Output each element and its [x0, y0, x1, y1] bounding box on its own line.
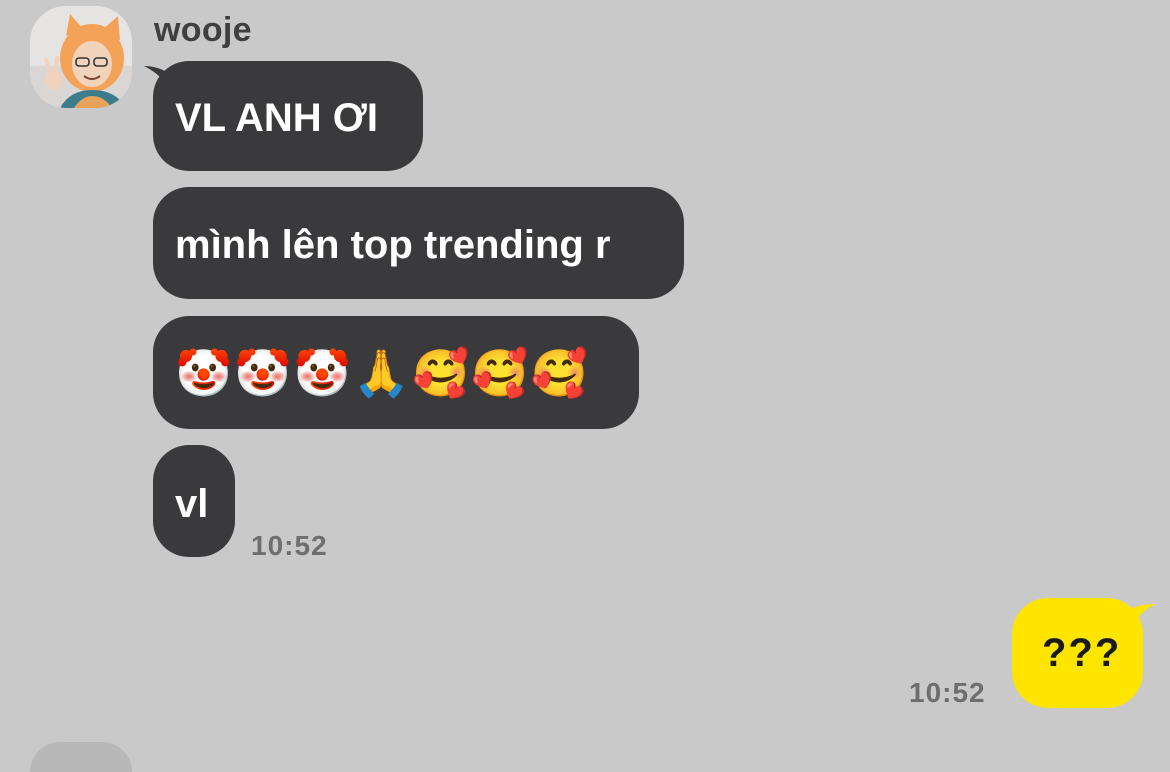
sender-avatar[interactable] [30, 6, 132, 108]
next-sender-avatar[interactable] [30, 742, 132, 772]
outgoing-message-bubble[interactable]: ??? [1012, 598, 1143, 708]
outgoing-timestamp: 10:52 [909, 677, 986, 708]
message-emoji-text: 🤡🤡🤡🙏🥰🥰🥰 [175, 347, 590, 399]
sender-name: wooje [154, 11, 252, 49]
message-text: vl [175, 482, 209, 526]
message-text: VL ANH ƠI [175, 96, 379, 140]
message-text: ??? [1042, 631, 1122, 675]
incoming-message-bubble[interactable]: vl [153, 445, 235, 557]
incoming-timestamp: 10:52 [251, 530, 328, 561]
incoming-message-bubble[interactable]: mình lên top trending r [153, 187, 684, 299]
incoming-message-bubble[interactable]: 🤡🤡🤡🙏🥰🥰🥰 [153, 316, 639, 429]
incoming-message-bubble[interactable]: VL ANH ƠI [153, 61, 423, 171]
avatar-image [30, 6, 132, 108]
message-text: mình lên top trending r [175, 223, 611, 267]
